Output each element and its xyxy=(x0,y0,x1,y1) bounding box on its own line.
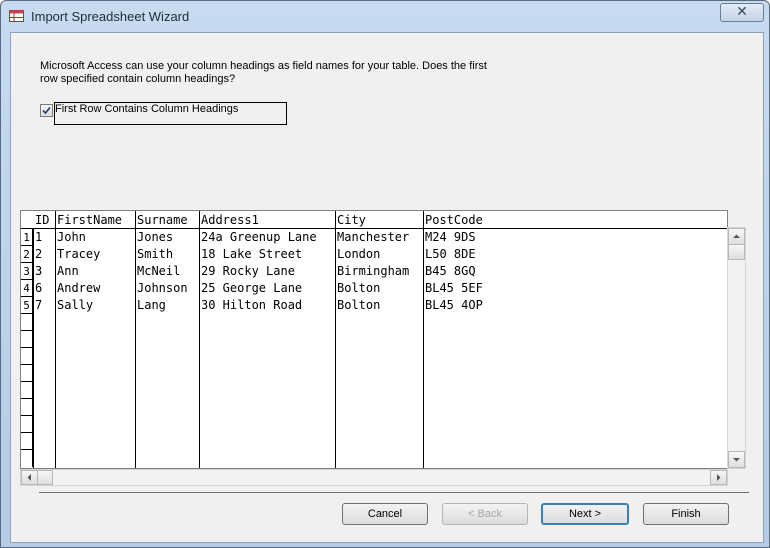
vertical-scrollbar[interactable] xyxy=(727,227,746,469)
row-number-empty xyxy=(21,314,33,331)
data-preview-grid[interactable]: ID FirstName Surname Address1 City PostC… xyxy=(20,210,728,469)
window-title: Import Spreadsheet Wizard xyxy=(31,9,190,24)
cell-postcode: B45 8GQ xyxy=(425,264,476,278)
cell-postcode: L50 8DE xyxy=(425,247,476,261)
cell-postcode: M24 9DS xyxy=(425,230,476,244)
cell-city: Bolton xyxy=(337,298,381,312)
cell-address1: 24a Greenup Lane xyxy=(201,230,317,244)
cell-address1: 30 Hilton Road xyxy=(201,298,303,312)
column-header-id[interactable]: ID xyxy=(33,211,56,229)
cell-address1: 25 George Lane xyxy=(201,281,303,295)
cell-surname: Johnson xyxy=(137,281,188,295)
horizontal-scrollbar[interactable] xyxy=(20,469,728,486)
cell-surname: Smith xyxy=(137,247,174,261)
scroll-thumb-horizontal[interactable] xyxy=(37,470,53,485)
cell-firstname: Sally xyxy=(57,298,94,312)
access-table-icon xyxy=(9,10,24,22)
title-bar[interactable]: Import Spreadsheet Wizard ✕ xyxy=(1,1,769,31)
arrow-left-icon xyxy=(27,474,31,481)
cancel-button[interactable]: Cancel xyxy=(342,503,428,525)
column-header-surname[interactable]: Surname xyxy=(135,211,200,229)
arrow-down-icon xyxy=(733,458,740,462)
column-header-address1[interactable]: Address1 xyxy=(199,211,336,229)
cell-address1: 29 Rocky Lane xyxy=(201,264,295,278)
cell-id: 1 xyxy=(35,230,43,244)
cell-surname: McNeil xyxy=(137,264,181,278)
separator-line xyxy=(39,492,749,493)
cell-postcode: BL45 5EF xyxy=(425,281,483,295)
first-row-headings-label[interactable]: First Row Contains Column Headings xyxy=(55,103,238,115)
cell-firstname: Andrew xyxy=(57,281,101,295)
cell-firstname: Ann xyxy=(57,264,79,278)
row-number-empty xyxy=(21,382,33,399)
arrow-right-icon xyxy=(717,474,721,481)
checkmark-icon xyxy=(42,106,51,115)
back-button[interactable]: < Back xyxy=(442,503,528,525)
instruction-text: Microsoft Access can use your column hea… xyxy=(40,60,487,85)
column-header-postcode[interactable]: PostCode xyxy=(423,211,727,229)
wizard-window: Import Spreadsheet Wizard ✕ Microsoft Ac… xyxy=(0,0,770,548)
cell-city: London xyxy=(337,247,381,261)
column-header-city[interactable]: City xyxy=(335,211,424,229)
cell-city: Birmingham xyxy=(337,264,410,278)
close-button[interactable]: ✕ xyxy=(720,3,764,22)
row-number[interactable]: 1 xyxy=(21,229,33,246)
row-number-empty xyxy=(21,331,33,348)
row-number-empty xyxy=(21,433,33,450)
row-number-empty xyxy=(21,416,33,433)
scroll-left-button[interactable] xyxy=(21,470,38,485)
finish-button[interactable]: Finish xyxy=(643,503,729,525)
close-icon: ✕ xyxy=(736,4,748,20)
next-button[interactable]: Next > xyxy=(541,503,629,525)
first-row-headings-checkbox[interactable] xyxy=(40,104,53,117)
scroll-right-button[interactable] xyxy=(710,470,727,485)
cell-city: Bolton xyxy=(337,281,381,295)
wizard-body: Microsoft Access can use your column hea… xyxy=(10,32,764,543)
row-number[interactable]: 5 xyxy=(21,297,33,314)
cell-firstname: Tracey xyxy=(57,247,101,261)
scroll-up-button[interactable] xyxy=(728,228,745,245)
cell-firstname: John xyxy=(57,230,86,244)
row-number-empty xyxy=(21,450,33,467)
row-number-empty xyxy=(21,399,33,416)
scroll-thumb[interactable] xyxy=(728,244,745,260)
cell-surname: Jones xyxy=(137,230,174,244)
cell-id: 3 xyxy=(35,264,43,278)
cell-id: 2 xyxy=(35,247,43,261)
column-header-firstname[interactable]: FirstName xyxy=(55,211,136,229)
cell-city: Manchester xyxy=(337,230,410,244)
row-number[interactable]: 3 xyxy=(21,263,33,280)
cell-id: 7 xyxy=(35,298,43,312)
row-number-empty xyxy=(21,365,33,382)
row-number-empty xyxy=(21,348,33,365)
scroll-down-button[interactable] xyxy=(728,451,745,468)
row-number[interactable]: 2 xyxy=(21,246,33,263)
row-number[interactable]: 4 xyxy=(21,280,33,297)
cell-surname: Lang xyxy=(137,298,166,312)
cell-postcode: BL45 4OP xyxy=(425,298,483,312)
cell-address1: 18 Lake Street xyxy=(201,247,303,261)
arrow-up-icon xyxy=(733,234,740,238)
cell-id: 6 xyxy=(35,281,43,295)
